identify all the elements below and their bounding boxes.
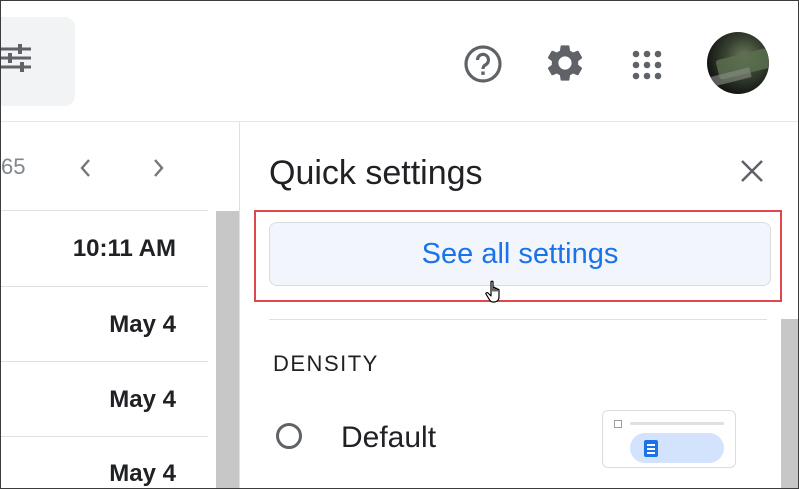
gmail-window: 65 10:11 AM May 4 May 4 May 4 Quick sett… <box>0 0 799 489</box>
email-row-date[interactable]: 10:11 AM <box>73 235 176 263</box>
chevron-left-icon <box>80 159 90 177</box>
pager-count: 65 <box>1 154 26 179</box>
highlight-box <box>254 210 782 302</box>
chevron-right-icon <box>154 159 164 177</box>
list-divider <box>1 210 208 211</box>
panel-divider <box>239 122 240 488</box>
email-row-date[interactable]: May 4 <box>109 386 176 414</box>
density-default-radio[interactable] <box>276 423 302 449</box>
section-divider <box>269 319 767 320</box>
list-scrollbar[interactable] <box>216 211 240 488</box>
hand-cursor-icon <box>485 280 500 303</box>
avatar[interactable] <box>707 32 769 94</box>
panel-scrollbar[interactable] <box>781 319 798 488</box>
email-row-date[interactable]: May 4 <box>109 311 176 339</box>
density-heading: DENSITY <box>273 351 379 376</box>
list-divider <box>1 286 208 287</box>
preview-line <box>630 422 724 425</box>
quick-settings-title: Quick settings <box>269 154 483 192</box>
close-icon <box>741 160 763 182</box>
gear-icon <box>547 45 583 81</box>
help-button[interactable] <box>461 42 505 86</box>
apps-grid-icon <box>632 50 662 80</box>
preview-checkbox-icon <box>614 420 622 428</box>
header-divider <box>1 121 798 122</box>
list-divider <box>1 436 208 437</box>
search-options-button[interactable] <box>1 17 75 106</box>
density-default-label[interactable]: Default <box>341 421 436 455</box>
document-icon <box>644 440 658 457</box>
close-button[interactable] <box>737 156 767 186</box>
google-apps-button[interactable] <box>627 45 667 85</box>
email-row-date[interactable]: May 4 <box>109 460 176 488</box>
settings-button[interactable] <box>542 40 588 86</box>
list-divider <box>1 361 208 362</box>
help-icon <box>464 45 502 83</box>
tune-icon <box>1 44 31 72</box>
newer-button[interactable] <box>147 155 171 181</box>
density-default-preview[interactable] <box>602 410 736 468</box>
older-button[interactable] <box>73 155 97 181</box>
